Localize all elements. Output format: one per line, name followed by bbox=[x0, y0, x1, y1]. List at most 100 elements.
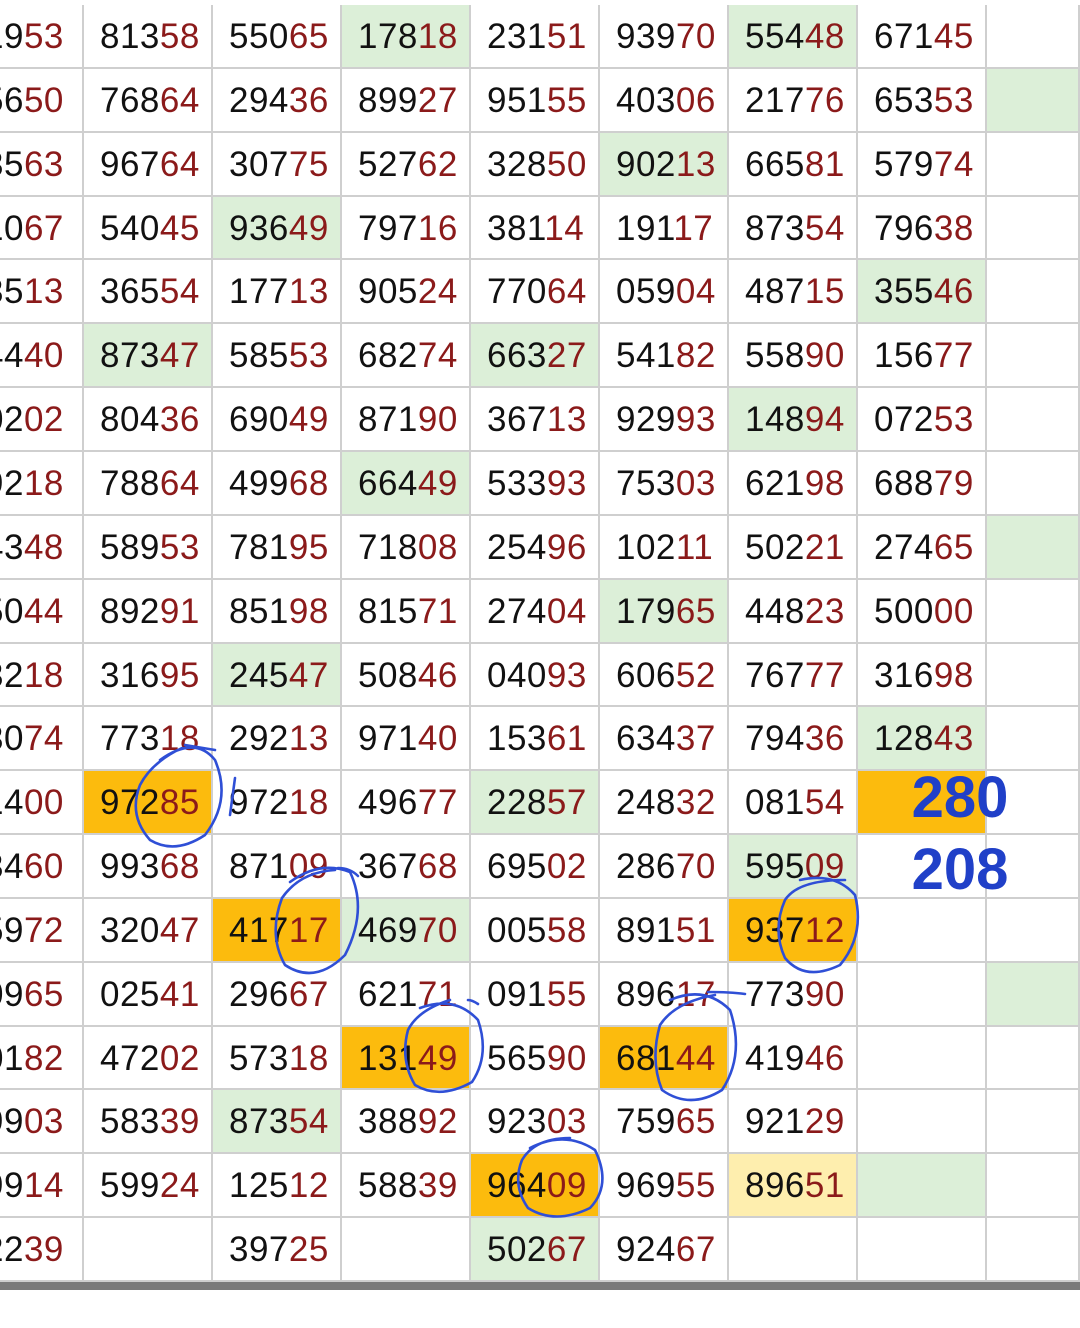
grid-cell[interactable]: 31695 bbox=[84, 644, 213, 707]
grid-cell[interactable]: 87190 bbox=[342, 388, 471, 452]
grid-cell[interactable]: 24832 bbox=[600, 771, 729, 835]
grid-cell[interactable]: 50000 bbox=[858, 580, 987, 644]
grid-cell[interactable]: 92129 bbox=[729, 1090, 858, 1154]
grid-cell[interactable]: 10211 bbox=[600, 516, 729, 580]
grid-cell[interactable]: 14894 bbox=[729, 388, 858, 452]
grid-cell[interactable]: 55448 bbox=[729, 5, 858, 69]
grid-cell[interactable]: 79638 bbox=[858, 197, 987, 260]
grid-cell[interactable]: 15361 bbox=[471, 707, 600, 771]
grid-cell[interactable]: 69502 bbox=[471, 835, 600, 899]
grid-cell[interactable]: 3460 bbox=[0, 835, 84, 899]
grid-cell[interactable]: 12843 bbox=[858, 707, 987, 771]
grid-cell[interactable]: 27404 bbox=[471, 580, 600, 644]
grid-cell[interactable]: 97140 bbox=[342, 707, 471, 771]
grid-cell[interactable]: 40306 bbox=[600, 69, 729, 133]
grid-cell[interactable]: 1400 bbox=[0, 771, 84, 835]
grid-cell[interactable]: 47202 bbox=[84, 1027, 213, 1090]
grid-cell[interactable] bbox=[987, 1027, 1080, 1090]
grid-cell[interactable]: 2239 bbox=[0, 1218, 84, 1282]
grid-cell[interactable]: 62171 bbox=[342, 963, 471, 1027]
grid-cell[interactable]: 39725 bbox=[213, 1218, 342, 1282]
grid-cell[interactable]: 57318 bbox=[213, 1027, 342, 1090]
grid-cell[interactable]: 0182 bbox=[0, 1027, 84, 1090]
grid-cell[interactable]: 29667 bbox=[213, 963, 342, 1027]
grid-cell[interactable]: 28670 bbox=[600, 835, 729, 899]
grid-cell[interactable]: 3074 bbox=[0, 707, 84, 771]
grid-cell[interactable]: 50267 bbox=[471, 1218, 600, 1282]
grid-cell[interactable]: 5044 bbox=[0, 580, 84, 644]
grid-cell[interactable]: 57974 bbox=[858, 133, 987, 197]
grid-cell[interactable]: 87109 bbox=[213, 835, 342, 899]
grid-cell[interactable] bbox=[987, 963, 1080, 1027]
grid-cell[interactable]: 36768 bbox=[342, 835, 471, 899]
grid-cell[interactable]: 19117 bbox=[600, 197, 729, 260]
grid-cell[interactable]: 5972 bbox=[0, 899, 84, 963]
grid-cell[interactable]: 92993 bbox=[600, 388, 729, 452]
grid-cell[interactable] bbox=[987, 1090, 1080, 1154]
grid-cell[interactable] bbox=[987, 388, 1080, 452]
grid-cell[interactable]: 3563 bbox=[0, 133, 84, 197]
grid-cell[interactable]: 9903 bbox=[0, 1090, 84, 1154]
grid-cell[interactable]: 23151 bbox=[471, 5, 600, 69]
grid-cell[interactable]: 81571 bbox=[342, 580, 471, 644]
grid-cell[interactable]: 3513 bbox=[0, 260, 84, 324]
grid-cell[interactable]: 44823 bbox=[729, 580, 858, 644]
grid-cell[interactable]: 53393 bbox=[471, 452, 600, 516]
grid-cell[interactable]: 92467 bbox=[600, 1218, 729, 1282]
grid-cell[interactable]: 05904 bbox=[600, 260, 729, 324]
grid-cell[interactable]: 66327 bbox=[471, 324, 600, 388]
grid-cell[interactable]: 41717 bbox=[213, 899, 342, 963]
grid-cell[interactable]: 59924 bbox=[84, 1154, 213, 1218]
grid-cell[interactable] bbox=[84, 1218, 213, 1282]
grid-cell[interactable]: 92303 bbox=[471, 1090, 600, 1154]
grid-cell[interactable]: 49677 bbox=[342, 771, 471, 835]
grid-cell[interactable]: 17713 bbox=[213, 260, 342, 324]
grid-cell[interactable]: 63437 bbox=[600, 707, 729, 771]
grid-cell[interactable]: 52762 bbox=[342, 133, 471, 197]
grid-cell[interactable]: 32850 bbox=[471, 133, 600, 197]
grid-cell[interactable]: 59509 bbox=[729, 835, 858, 899]
grid-cell[interactable]: 79436 bbox=[729, 707, 858, 771]
grid-cell[interactable]: 9914 bbox=[0, 1154, 84, 1218]
grid-cell[interactable]: 49968 bbox=[213, 452, 342, 516]
grid-cell[interactable]: 04093 bbox=[471, 644, 600, 707]
grid-cell[interactable]: 93970 bbox=[600, 5, 729, 69]
grid-cell[interactable]: 25496 bbox=[471, 516, 600, 580]
grid-cell[interactable] bbox=[987, 644, 1080, 707]
grid-cell[interactable]: 55890 bbox=[729, 324, 858, 388]
grid-cell[interactable]: 77390 bbox=[729, 963, 858, 1027]
grid-cell[interactable] bbox=[987, 69, 1080, 133]
grid-cell[interactable]: 56590 bbox=[471, 1027, 600, 1090]
grid-cell[interactable] bbox=[729, 1218, 858, 1282]
grid-cell[interactable]: 68274 bbox=[342, 324, 471, 388]
grid-cell[interactable]: 0202 bbox=[0, 388, 84, 452]
grid-cell[interactable] bbox=[987, 260, 1080, 324]
grid-cell[interactable]: 90213 bbox=[600, 133, 729, 197]
grid-cell[interactable]: 66449 bbox=[342, 452, 471, 516]
grid-cell[interactable]: 58953 bbox=[84, 516, 213, 580]
grid-cell[interactable]: 30775 bbox=[213, 133, 342, 197]
grid-cell[interactable] bbox=[987, 324, 1080, 388]
grid-cell[interactable]: 89291 bbox=[84, 580, 213, 644]
grid-cell[interactable]: 90524 bbox=[342, 260, 471, 324]
grid-cell[interactable]: 15677 bbox=[858, 324, 987, 388]
grid-cell[interactable]: 4348 bbox=[0, 516, 84, 580]
grid-cell[interactable]: 89617 bbox=[600, 963, 729, 1027]
grid-cell[interactable]: 5650 bbox=[0, 69, 84, 133]
grid-cell[interactable]: 1953 bbox=[0, 5, 84, 69]
grid-cell[interactable]: 85198 bbox=[213, 580, 342, 644]
grid-cell[interactable]: 00558 bbox=[471, 899, 600, 963]
grid-cell[interactable]: 48715 bbox=[729, 260, 858, 324]
grid-cell[interactable]: 68879 bbox=[858, 452, 987, 516]
grid-cell[interactable]: 99368 bbox=[84, 835, 213, 899]
grid-cell[interactable]: 97285 bbox=[84, 771, 213, 835]
grid-cell[interactable]: 75965 bbox=[600, 1090, 729, 1154]
grid-cell[interactable]: 17965 bbox=[600, 580, 729, 644]
grid-cell[interactable]: 09155 bbox=[471, 963, 600, 1027]
grid-cell[interactable]: 12512 bbox=[213, 1154, 342, 1218]
grid-cell[interactable]: 71808 bbox=[342, 516, 471, 580]
grid-cell[interactable]: 58339 bbox=[84, 1090, 213, 1154]
grid-cell[interactable]: 22857 bbox=[471, 771, 600, 835]
grid-cell[interactable]: 87347 bbox=[84, 324, 213, 388]
grid-cell[interactable] bbox=[858, 1090, 987, 1154]
